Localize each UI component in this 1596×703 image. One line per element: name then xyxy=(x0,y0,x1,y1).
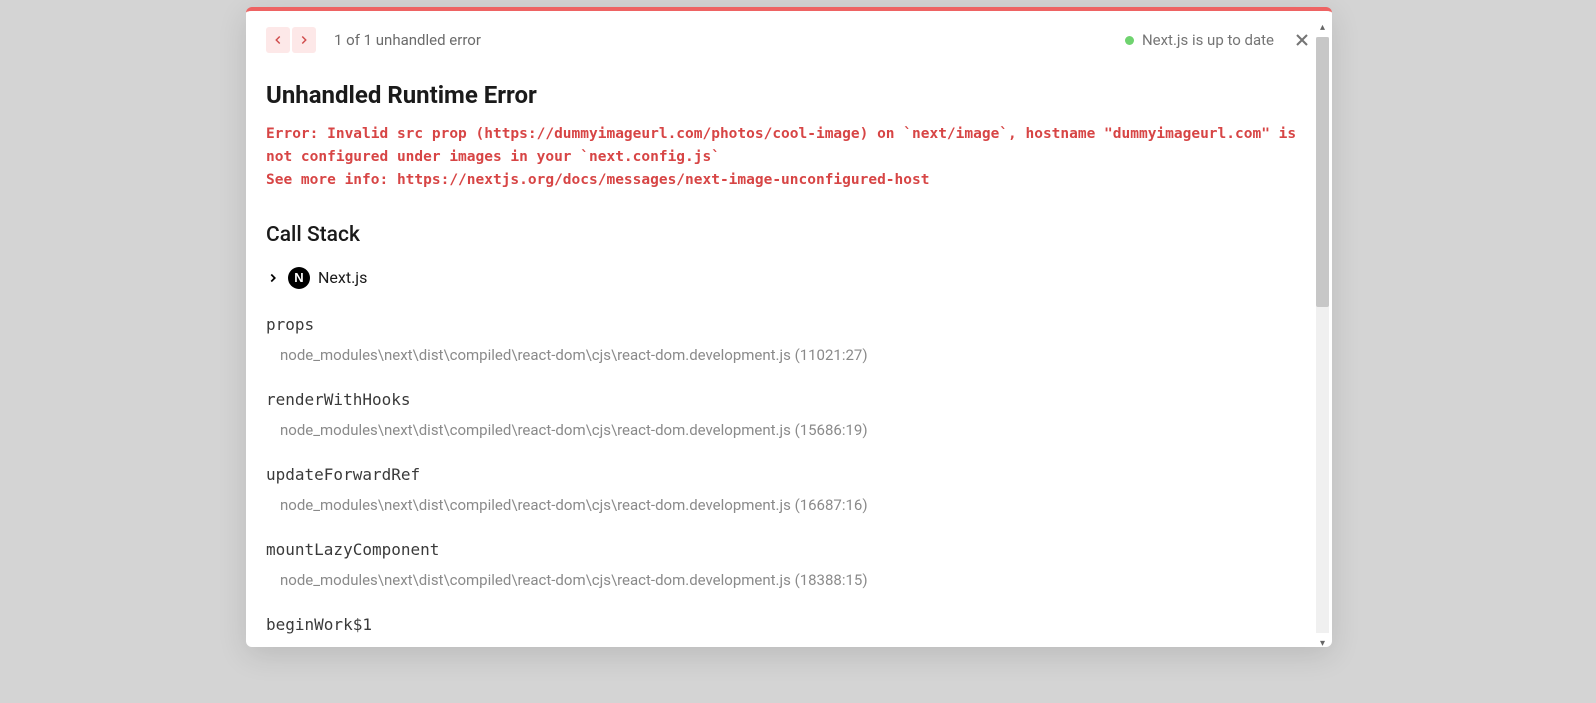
stack-frame: beginWork$1 xyxy=(266,615,1312,634)
chevron-right-icon xyxy=(266,271,280,285)
next-error-button[interactable] xyxy=(292,27,316,53)
error-overlay-dialog: 1 of 1 unhandled error Next.js is up to … xyxy=(246,7,1332,647)
frame-function: props xyxy=(266,315,1312,334)
callstack-title: Call Stack xyxy=(266,223,1312,247)
nextjs-logo-icon: N xyxy=(288,267,310,289)
error-counter: 1 of 1 unhandled error xyxy=(334,31,481,49)
stack-frame: renderWithHooks node_modules\next\dist\co… xyxy=(266,390,1312,439)
arrow-left-icon xyxy=(271,33,285,47)
stack-frame: mountLazyComponent node_modules\next\dist… xyxy=(266,540,1312,589)
status-text: Next.js is up to date xyxy=(1142,31,1274,49)
stack-frame: props node_modules\next\dist\compiled\rea… xyxy=(266,315,1312,364)
scroll-up-icon: ▴ xyxy=(1316,19,1329,35)
dialog-content: 1 of 1 unhandled error Next.js is up to … xyxy=(246,11,1332,647)
stack-frames: props node_modules\next\dist\compiled\rea… xyxy=(266,315,1312,634)
framework-group-toggle[interactable]: N Next.js xyxy=(266,267,1312,289)
scroll-down-icon: ▾ xyxy=(1316,635,1329,647)
frame-location: node_modules\next\dist\compiled\react-do… xyxy=(266,496,1312,514)
close-icon xyxy=(1292,30,1312,50)
error-title: Unhandled Runtime Error xyxy=(266,81,1312,109)
dialog-header: 1 of 1 unhandled error Next.js is up to … xyxy=(266,27,1312,53)
status-dot-icon xyxy=(1125,36,1134,45)
scrollbar-thumb[interactable] xyxy=(1316,37,1329,307)
close-button[interactable] xyxy=(1292,30,1312,50)
arrow-right-icon xyxy=(297,33,311,47)
stack-frame: updateForwardRef node_modules\next\dist\c… xyxy=(266,465,1312,514)
header-left: 1 of 1 unhandled error xyxy=(266,27,481,53)
error-message: Error: Invalid src prop (https://dummyim… xyxy=(266,123,1312,193)
scrollbar[interactable]: ▴ ▾ xyxy=(1316,19,1329,647)
frame-function: renderWithHooks xyxy=(266,390,1312,409)
frame-function: beginWork$1 xyxy=(266,615,1312,634)
frame-function: updateForwardRef xyxy=(266,465,1312,484)
version-status: Next.js is up to date xyxy=(1125,31,1274,49)
prev-error-button[interactable] xyxy=(266,27,290,53)
header-right: Next.js is up to date xyxy=(1125,30,1312,50)
framework-label: Next.js xyxy=(318,268,367,287)
frame-location: node_modules\next\dist\compiled\react-do… xyxy=(266,421,1312,439)
frame-location: node_modules\next\dist\compiled\react-do… xyxy=(266,571,1312,589)
frame-location: node_modules\next\dist\compiled\react-do… xyxy=(266,346,1312,364)
frame-function: mountLazyComponent xyxy=(266,540,1312,559)
error-nav xyxy=(266,27,316,53)
